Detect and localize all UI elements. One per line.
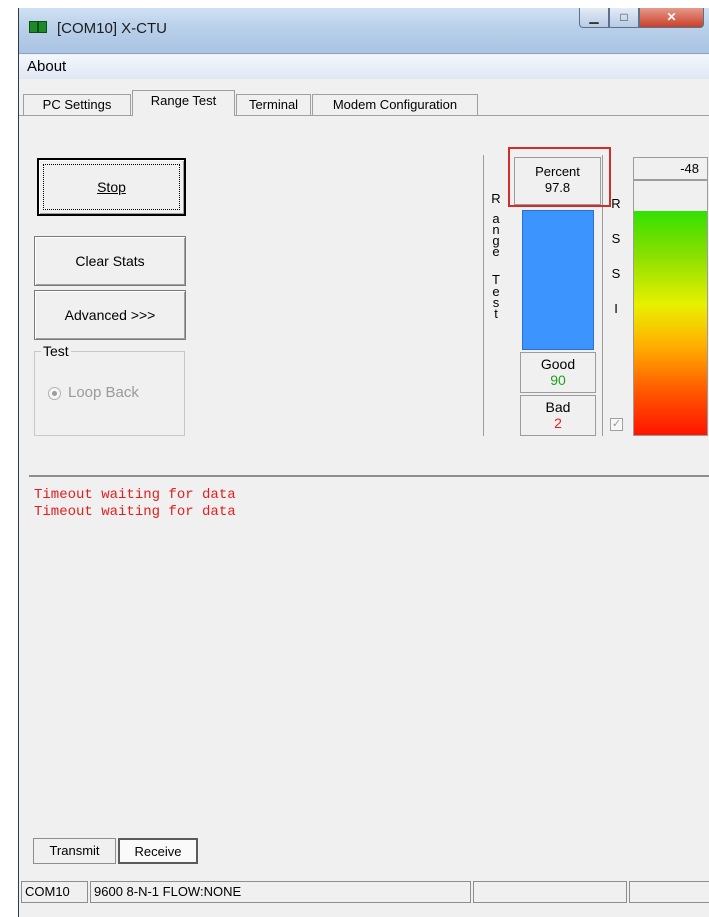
app-window: [COM10] X-CTU ▁ □ ✕ About PC Settings Ra… [18,8,709,917]
tab-range-test[interactable]: Range Test [132,90,235,116]
test-group-title: Test [41,343,71,359]
range-test-bar [522,210,594,350]
receive-log[interactable]: Timeout waiting for data Timeout waiting… [29,475,709,835]
bad-label: Bad [545,399,571,415]
rssi-bar [633,180,708,436]
window-title: [COM10] X-CTU [57,20,168,37]
tab-transmit[interactable]: Transmit [33,838,116,864]
range-test-border [483,155,484,436]
bad-value: 2 [554,415,562,431]
tab-receive[interactable]: Receive [118,838,198,864]
clear-stats-button[interactable]: Clear Stats [34,236,186,286]
percent-highlight-annotation [508,147,611,207]
good-value: 90 [550,372,566,388]
status-cell-3 [473,881,627,903]
tab-divider [19,115,709,116]
tab-pc-settings[interactable]: PC Settings [23,94,131,115]
good-label: Good [540,356,576,372]
menu-about[interactable]: About [27,58,66,75]
advanced-button[interactable]: Advanced >>> [34,290,186,340]
log-line: Timeout waiting for data [34,504,236,520]
status-cell-4 [629,881,709,903]
main-tabs: PC Settings Range Test Terminal Modem Co… [19,90,709,116]
rssi-value: -48 [633,157,708,180]
status-settings: 9600 8-N-1 FLOW:NONE [90,881,471,903]
rssi-checkbox[interactable]: ✓ [610,418,623,431]
stop-label: Stop [97,179,126,195]
test-groupbox: Test Loop Back [34,343,185,436]
rssi-fill [634,211,707,435]
tab-modem-configuration[interactable]: Modem Configuration [312,94,478,115]
minimize-button[interactable]: ▁ [579,8,609,28]
stop-button[interactable]: Stop [37,158,186,216]
xctu-app-icon [29,21,47,33]
title-bar[interactable]: [COM10] X-CTU ▁ □ ✕ [19,8,709,54]
status-port: COM10 [21,881,88,903]
tab-terminal[interactable]: Terminal [236,94,311,115]
close-button[interactable]: ✕ [639,8,704,28]
loop-back-label: Loop Back [68,384,139,401]
good-box: Good 90 [520,352,596,393]
loop-back-radio[interactable] [48,387,61,400]
status-bar: COM10 9600 8-N-1 FLOW:NONE [19,881,709,911]
menu-bar: About [19,55,709,79]
log-line: Timeout waiting for data [34,487,236,503]
bad-box: Bad 2 [520,395,596,436]
maximize-button[interactable]: □ [609,8,639,28]
